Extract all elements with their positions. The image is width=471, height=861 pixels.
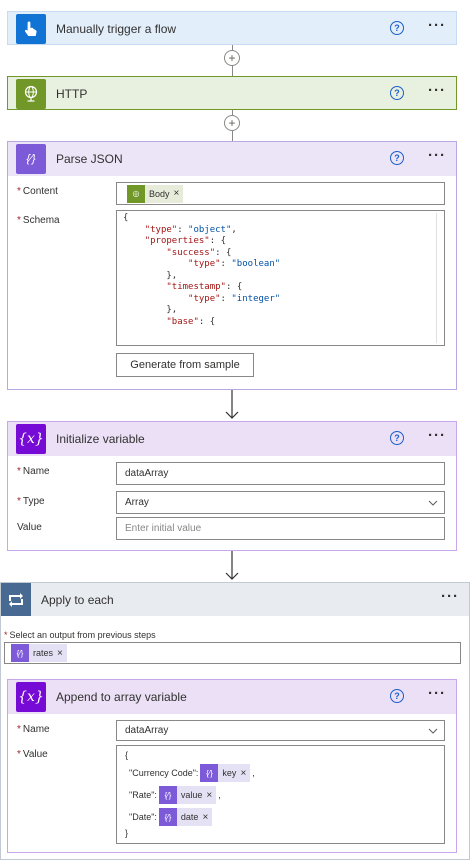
variable-type-dropdown[interactable]: Array — [116, 491, 445, 514]
schema-label: * Schema — [17, 215, 60, 226]
schema-code-line: { — [123, 213, 129, 223]
json-braces-icon: {⁄} — [158, 786, 177, 804]
append-value-label: * Value — [17, 749, 48, 760]
schema-code-line: "type": "integer" — [188, 293, 281, 304]
schema-code-line: "timestamp": { — [166, 282, 243, 292]
value-row-currency: "Currency Code": {⁄} key × , — [125, 762, 436, 784]
generate-from-sample-button[interactable]: Generate from sample — [116, 353, 254, 377]
append-to-array-title: Append to array variable — [56, 690, 187, 704]
append-to-array-header[interactable]: {x} Append to array variable ? ··· — [8, 680, 456, 714]
chevron-down-icon — [428, 500, 438, 506]
name-label: * Name — [17, 466, 50, 477]
content-label: * Content — [17, 186, 58, 197]
value-row-rate: "Rate": {⁄} value × , — [125, 784, 436, 806]
json-braces-icon: {⁄} — [11, 644, 29, 662]
http-card[interactable]: HTTP ? ··· — [7, 76, 457, 110]
help-icon[interactable]: ? — [390, 86, 404, 100]
variable-name-field[interactable]: dataArray — [116, 462, 445, 485]
hand-pointer-icon — [16, 14, 46, 44]
add-step-plus-icon[interactable]: + — [224, 115, 240, 131]
json-braces-icon: {⁄} — [158, 808, 177, 826]
schema-code-line: "properties": { — [144, 236, 226, 246]
globe-icon: ◎ — [127, 184, 145, 203]
trigger-card-header[interactable]: Manually trigger a flow ? ··· — [8, 12, 456, 46]
json-braces-icon: {⁄} — [200, 764, 219, 782]
date-token[interactable]: {⁄} date × — [158, 808, 213, 826]
schema-code-line: "base": { — [166, 316, 216, 327]
append-name-dropdown[interactable]: dataArray — [116, 720, 445, 741]
select-output-label: * Select an output from previous steps — [4, 630, 156, 640]
select-output-field[interactable]: {⁄} rates × — [4, 642, 461, 664]
value-token[interactable]: {⁄} value × — [158, 786, 217, 804]
close-brace: } — [125, 828, 129, 838]
scrollbar[interactable] — [436, 213, 442, 343]
http-card-header[interactable]: HTTP ? ··· — [8, 77, 456, 111]
connector-arrow — [225, 390, 239, 419]
connector-arrow — [225, 551, 239, 580]
trigger-title: Manually trigger a flow — [56, 22, 177, 36]
append-value-editor[interactable]: { "Currency Code": {⁄} key × , "Rate": {… — [116, 745, 445, 844]
parse-json-title: Parse JSON — [56, 152, 123, 166]
globe-icon — [16, 79, 46, 109]
key-token[interactable]: {⁄} key × — [200, 764, 251, 782]
initialize-variable-title: Initialize variable — [56, 432, 145, 446]
remove-token-icon[interactable]: × — [202, 812, 208, 823]
more-options-icon[interactable]: ··· — [428, 148, 446, 163]
parse-json-header[interactable]: {⁄} Parse JSON ? ··· — [8, 142, 456, 176]
http-title: HTTP — [56, 87, 88, 101]
content-field[interactable]: ◎ Body × — [116, 182, 445, 205]
help-icon[interactable]: ? — [390, 151, 404, 165]
more-options-icon[interactable]: ··· — [428, 83, 446, 98]
loop-icon — [1, 583, 31, 616]
trigger-card[interactable]: Manually trigger a flow ? ··· — [7, 11, 457, 45]
more-options-icon[interactable]: ··· — [441, 589, 459, 604]
variable-value-field[interactable]: Enter initial value — [116, 517, 445, 540]
json-braces-icon: {⁄} — [16, 144, 46, 174]
remove-token-icon[interactable]: × — [206, 790, 212, 801]
more-options-icon[interactable]: ··· — [428, 686, 446, 701]
schema-code-line: "success": { — [166, 247, 232, 258]
remove-token-icon[interactable]: × — [240, 768, 246, 779]
schema-code-line: }, — [123, 305, 178, 315]
variable-x-icon: {x} — [16, 424, 46, 454]
remove-token-icon[interactable]: × — [57, 648, 63, 659]
more-options-icon[interactable]: ··· — [428, 428, 446, 443]
apply-to-each-header[interactable]: Apply to each ··· — [1, 583, 469, 616]
schema-code-line: }, — [123, 270, 178, 281]
help-icon[interactable]: ? — [390, 431, 404, 445]
append-name-label: * Name — [17, 724, 50, 735]
help-icon[interactable]: ? — [390, 21, 404, 35]
add-step-plus-icon[interactable]: + — [224, 50, 240, 66]
schema-editor[interactable]: { "type": "object", "properties": { "suc… — [116, 210, 445, 346]
open-brace: { — [125, 750, 129, 760]
chevron-down-icon — [428, 728, 438, 734]
body-token[interactable]: ◎ Body × — [127, 184, 184, 203]
value-label: Value — [17, 522, 42, 533]
schema-code-line: "type": "boolean" — [188, 259, 281, 269]
variable-x-icon: {x} — [16, 682, 46, 712]
initialize-variable-header[interactable]: {x} Initialize variable ? ··· — [8, 422, 456, 456]
more-options-icon[interactable]: ··· — [428, 18, 446, 33]
apply-to-each-title: Apply to each — [41, 592, 114, 607]
type-label: * Type — [17, 496, 45, 507]
schema-code[interactable]: { "type": "object", "properties": { "suc… — [123, 213, 280, 328]
help-icon[interactable]: ? — [390, 689, 404, 703]
remove-token-icon[interactable]: × — [174, 188, 180, 199]
rates-token[interactable]: {⁄} rates × — [11, 644, 67, 662]
value-row-date: "Date": {⁄} date × — [125, 806, 436, 828]
schema-code-line: "type": "object", — [144, 224, 237, 235]
